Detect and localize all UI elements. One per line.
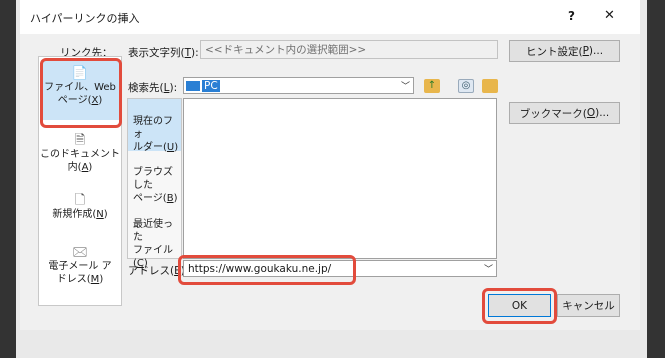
bookmark-accel: O xyxy=(586,107,596,119)
document-anchor-icon: 🗎 xyxy=(74,133,86,148)
look-in-prefix: 検索先( xyxy=(128,82,164,94)
display-text-label-prefix: 表示文字列( xyxy=(128,47,185,59)
nav-email-line2: ドレス(M) xyxy=(57,273,103,286)
nav-this-document[interactable]: 🗎 このドキュメント 内(A) xyxy=(38,133,122,174)
display-text-value: <<ドキュメント内の選択範囲>> xyxy=(205,44,367,56)
highlight-ok xyxy=(482,288,557,324)
nav-new-doc-suffix: ) xyxy=(103,209,108,220)
nav-this-doc-suffix: ) xyxy=(88,162,93,173)
display-text-label-suffix: ): xyxy=(191,47,199,59)
display-text-label: 表示文字列(T): xyxy=(128,45,199,60)
display-text-field[interactable]: <<ドキュメント内の選択範囲>> xyxy=(200,40,498,59)
screentip-prefix: ヒント設定( xyxy=(525,45,583,58)
nav-email-line1: 電子メール ア xyxy=(48,261,112,272)
current-folder-line2: ルダー(U) xyxy=(133,141,181,154)
browse-file-icon[interactable] xyxy=(482,79,498,93)
highlight-file-web xyxy=(40,58,122,128)
bookmark-button[interactable]: ブックマーク(O)... xyxy=(509,102,620,124)
screentip-suffix: )... xyxy=(588,45,604,57)
close-icon[interactable]: ✕ xyxy=(604,8,615,23)
nav-this-doc-line1: このドキュメント xyxy=(40,149,120,160)
dialog-title: ハイパーリンクの挿入 xyxy=(30,12,140,25)
nav-new-doc-prefix: 新規作成( xyxy=(52,209,97,220)
browsed-line2: ページ(B) xyxy=(133,192,181,205)
look-in-label: 検索先(L): xyxy=(128,80,177,95)
chevron-down-icon: ﹀ xyxy=(483,265,493,275)
nav-this-doc-prefix: 内( xyxy=(67,162,82,173)
current-folder-line1: 現在のフォ xyxy=(133,116,173,140)
look-in-suffix: ): xyxy=(169,82,178,94)
chevron-down-icon: ﹀ xyxy=(400,82,410,92)
browsed-accel: B xyxy=(166,193,174,204)
current-folder-prefix: ルダー( xyxy=(133,142,167,153)
nav-email-prefix: ドレス( xyxy=(56,274,91,285)
nav-browsed-pages[interactable]: ブラウズした ページ(B) xyxy=(128,166,181,205)
screentip-button[interactable]: ヒント設定(P)... xyxy=(509,40,620,62)
cancel-label: キャンセル xyxy=(562,300,615,312)
email-icon: 🖂 xyxy=(72,245,88,260)
browsed-suffix: ) xyxy=(173,193,178,204)
nav-new-doc-line: 新規作成(N) xyxy=(52,208,107,221)
look-in-dropdown[interactable]: PC ﹀ xyxy=(183,77,414,94)
browsed-line1: ブラウズした xyxy=(133,167,173,191)
pc-icon xyxy=(186,80,200,91)
nav-this-doc-line2: 内(A) xyxy=(68,161,93,174)
bookmark-suffix: )... xyxy=(595,107,610,119)
look-in-value: PC xyxy=(202,79,220,92)
new-document-icon: 🗋 xyxy=(74,193,86,208)
nav-new-document[interactable]: 🗋 新規作成(N) xyxy=(38,193,122,221)
highlight-address xyxy=(178,255,356,285)
up-folder-icon[interactable]: ↑ xyxy=(424,79,440,93)
address-prefix: アドレス( xyxy=(128,265,175,277)
nav-current-folder[interactable]: 現在のフォ ルダー(U) xyxy=(128,115,181,154)
nav-email-suffix: ) xyxy=(99,274,104,285)
help-icon[interactable]: ? xyxy=(568,9,575,23)
nav-email-address[interactable]: 🖂 電子メール ア ドレス(M) xyxy=(38,245,122,286)
cancel-button[interactable]: キャンセル xyxy=(557,294,620,317)
nav-new-doc-accel: N xyxy=(96,209,104,220)
browsed-prefix: ページ( xyxy=(133,193,167,204)
browse-web-icon[interactable]: ◎ xyxy=(458,79,474,93)
file-list[interactable] xyxy=(183,98,497,259)
current-folder-suffix: ) xyxy=(174,142,179,153)
recent-line1: 最近使った xyxy=(133,219,173,243)
bookmark-prefix: ブックマーク( xyxy=(519,107,587,120)
